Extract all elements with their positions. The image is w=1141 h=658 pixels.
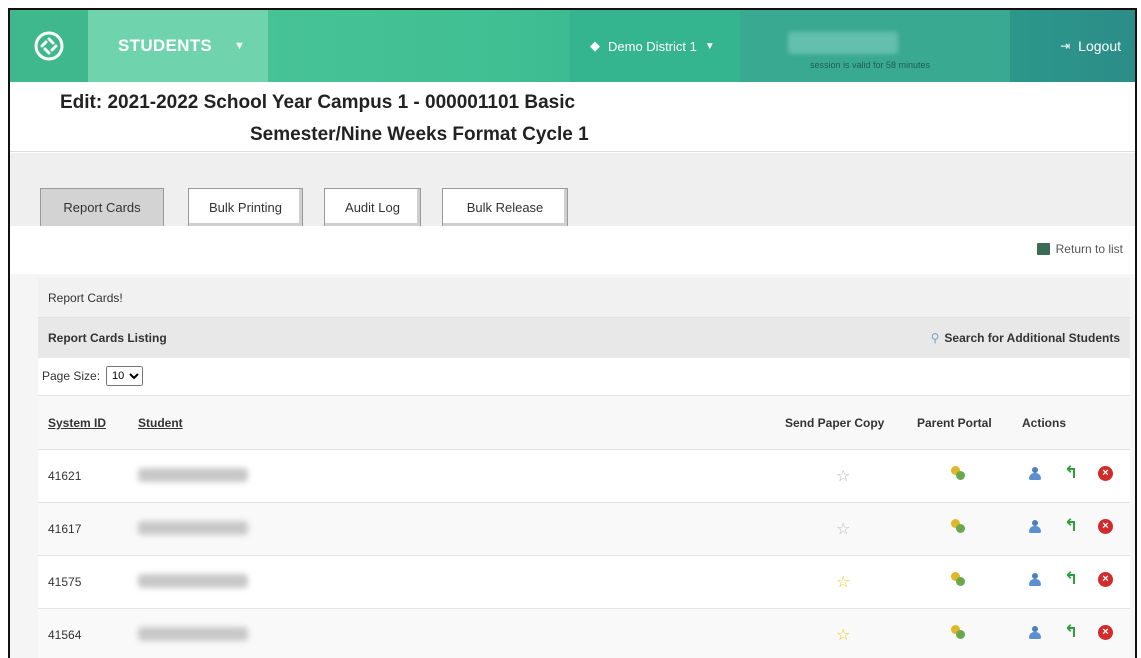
page-size-select[interactable]: 10: [106, 366, 144, 386]
view-student-icon[interactable]: [1028, 626, 1041, 640]
view-student-icon[interactable]: [1028, 573, 1041, 587]
user-name-redacted: [788, 32, 898, 54]
table-row: 41575 ☆ ↰ ×: [38, 555, 1130, 608]
page-size-label: Page Size:: [42, 369, 101, 383]
table-row: 41621 ☆ ↰ ×: [38, 449, 1130, 502]
district-label: Demo District 1: [608, 38, 697, 54]
star-icon[interactable]: ☆: [836, 466, 850, 486]
undo-icon[interactable]: ↰: [1064, 622, 1078, 642]
parent-portal-icon[interactable]: [951, 466, 965, 483]
tab-label: Report Cards: [63, 200, 141, 215]
tab-label: Audit Log: [345, 200, 400, 215]
undo-icon[interactable]: ↰: [1064, 516, 1078, 536]
parent-portal-icon[interactable]: [951, 519, 965, 536]
tab-content: Return to list Report Cards! Report Card…: [10, 226, 1135, 658]
tab-bulk-printing[interactable]: Bulk Printing: [188, 188, 303, 226]
session-text: session is valid for 58 minutes: [810, 60, 931, 70]
session-info: session is valid for 58 minutes: [740, 10, 1010, 82]
main-area: Report Cards Bulk Printing Audit Log Bul…: [10, 153, 1135, 658]
star-icon[interactable]: ☆: [836, 519, 850, 539]
page-title: Edit: 2021-2022 School Year Campus 1 - 0…: [60, 92, 576, 113]
logout-icon: ⇥: [1060, 39, 1071, 53]
student-name-redacted[interactable]: [138, 468, 248, 482]
parent-portal-icon[interactable]: [951, 572, 965, 589]
view-student-icon[interactable]: [1028, 467, 1041, 481]
delete-icon[interactable]: ×: [1098, 519, 1113, 534]
column-student[interactable]: Student: [138, 416, 183, 430]
star-icon[interactable]: ☆: [836, 625, 850, 645]
search-additional-students-link[interactable]: ⚲ Search for Additional Students: [931, 318, 1120, 358]
listing-bar: Report Cards Listing ⚲ Search for Additi…: [38, 318, 1130, 358]
view-student-icon[interactable]: [1028, 520, 1041, 534]
chevron-down-icon: ▼: [704, 40, 715, 52]
app-frame: STUDENTS ▼ ◆ Demo District 1 ▼ session i…: [8, 8, 1137, 658]
column-parent-portal: Parent Portal: [917, 416, 992, 430]
search-icon: ⚲: [930, 331, 940, 345]
system-id-cell: 41575: [48, 575, 82, 589]
search-link-label: Search for Additional Students: [944, 331, 1120, 345]
student-name-redacted[interactable]: [138, 521, 248, 535]
logout-button[interactable]: ⇥ Logout: [1060, 10, 1121, 82]
module-selector[interactable]: STUDENTS ▼: [88, 10, 268, 82]
column-actions: Actions: [1022, 416, 1067, 430]
return-row: Return to list: [10, 226, 1135, 274]
module-label: STUDENTS: [118, 36, 213, 55]
table-row: 41617 ☆ ↰ ×: [38, 502, 1130, 555]
district-selector[interactable]: ◆ Demo District 1 ▼: [570, 10, 740, 82]
tab-label: Bulk Release: [466, 200, 544, 215]
tab-report-cards[interactable]: Report Cards: [40, 188, 164, 226]
undo-icon[interactable]: ↰: [1064, 463, 1078, 483]
delete-icon[interactable]: ×: [1098, 466, 1113, 481]
parent-portal-icon[interactable]: [951, 625, 965, 642]
tab-label: Bulk Printing: [209, 200, 282, 215]
student-name-redacted[interactable]: [138, 627, 248, 641]
column-system-id[interactable]: System ID: [48, 416, 106, 430]
star-icon[interactable]: ☆: [836, 572, 850, 592]
layers-icon: ◆: [590, 38, 600, 53]
top-bar: STUDENTS ▼ ◆ Demo District 1 ▼ session i…: [10, 10, 1135, 82]
panel-title: Report Cards!: [38, 278, 1130, 318]
chevron-down-icon: ▼: [234, 40, 246, 52]
undo-icon[interactable]: ↰: [1064, 569, 1078, 589]
system-id-cell: 41617: [48, 522, 82, 536]
return-to-list-link[interactable]: Return to list: [1036, 242, 1123, 256]
system-id-cell: 41621: [48, 469, 82, 483]
table-header: System ID Student Send Paper Copy Parent…: [38, 395, 1130, 449]
delete-icon[interactable]: ×: [1098, 572, 1113, 587]
logout-label: Logout: [1078, 38, 1121, 54]
column-send-paper-copy: Send Paper Copy: [785, 416, 885, 430]
tab-bulk-release[interactable]: Bulk Release: [442, 188, 568, 226]
return-label: Return to list: [1055, 242, 1123, 256]
report-cards-panel: Report Cards! Report Cards Listing ⚲ Sea…: [38, 278, 1130, 658]
logo-icon: [34, 31, 64, 61]
delete-icon[interactable]: ×: [1098, 625, 1113, 640]
list-icon: [1036, 243, 1050, 255]
page-header: Edit: 2021-2022 School Year Campus 1 - 0…: [10, 82, 1135, 152]
app-logo[interactable]: [10, 10, 88, 82]
listing-title: Report Cards Listing: [48, 331, 167, 345]
page-title-line2: Semester/Nine Weeks Format Cycle 1: [250, 124, 589, 145]
table-row: 41564 ☆ ↰ ×: [38, 608, 1130, 658]
system-id-cell: 41564: [48, 628, 82, 642]
page-size-control: Page Size: 10: [42, 366, 144, 386]
tab-audit-log[interactable]: Audit Log: [324, 188, 421, 226]
student-name-redacted[interactable]: [138, 574, 248, 588]
